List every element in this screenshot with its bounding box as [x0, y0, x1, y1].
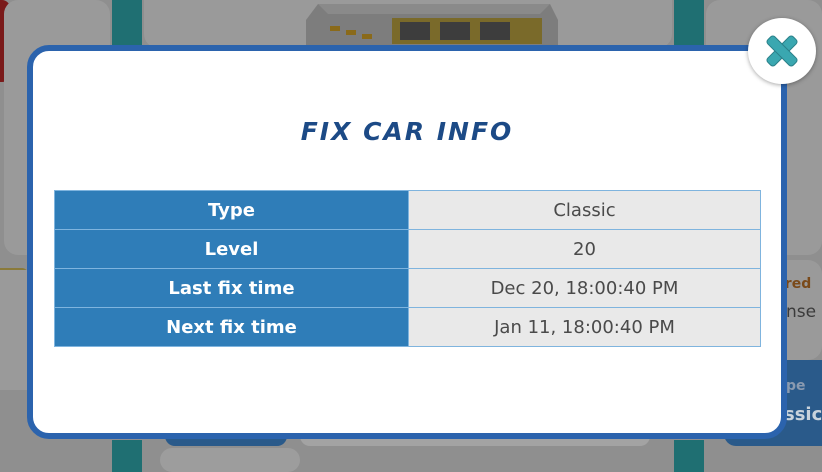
- next-fix-time-value: Jan 11, 18:00:40 PM: [408, 307, 761, 347]
- next-fix-time-label: Next fix time: [54, 307, 409, 347]
- last-fix-time-value: Dec 20, 18:00:40 PM: [408, 268, 761, 308]
- background-label: ssic: [784, 404, 822, 425]
- fix-car-info-dialog: FIX CAR INFO Type Classic Level 20 Last …: [27, 45, 787, 439]
- level-label: Level: [54, 229, 409, 269]
- last-fix-time-label: Last fix time: [54, 268, 409, 308]
- background-teal-strip: [674, 0, 704, 48]
- table-row: Last fix time Dec 20, 18:00:40 PM: [54, 268, 761, 308]
- close-button[interactable]: [748, 18, 816, 84]
- level-value: 20: [408, 229, 761, 269]
- close-icon: [766, 35, 798, 67]
- background-label: nse: [786, 302, 817, 322]
- background-card: [160, 448, 300, 472]
- type-value: Classic: [408, 190, 761, 230]
- table-row: Level 20: [54, 229, 761, 269]
- background-teal-strip: [112, 0, 142, 48]
- background-teal-strip: [112, 440, 142, 472]
- background-teal-strip: [674, 440, 704, 472]
- game-screen: ired nse pe ssic FIX CAR INFO Type Class…: [0, 0, 822, 472]
- bus-car-image: [306, 4, 558, 48]
- background-label: pe: [786, 378, 806, 394]
- type-label: Type: [54, 190, 409, 230]
- dialog-title: FIX CAR INFO: [300, 117, 514, 146]
- car-info-table: Type Classic Level 20 Last fix time Dec …: [54, 190, 761, 347]
- table-row: Type Classic: [54, 190, 761, 230]
- table-row: Next fix time Jan 11, 18:00:40 PM: [54, 307, 761, 347]
